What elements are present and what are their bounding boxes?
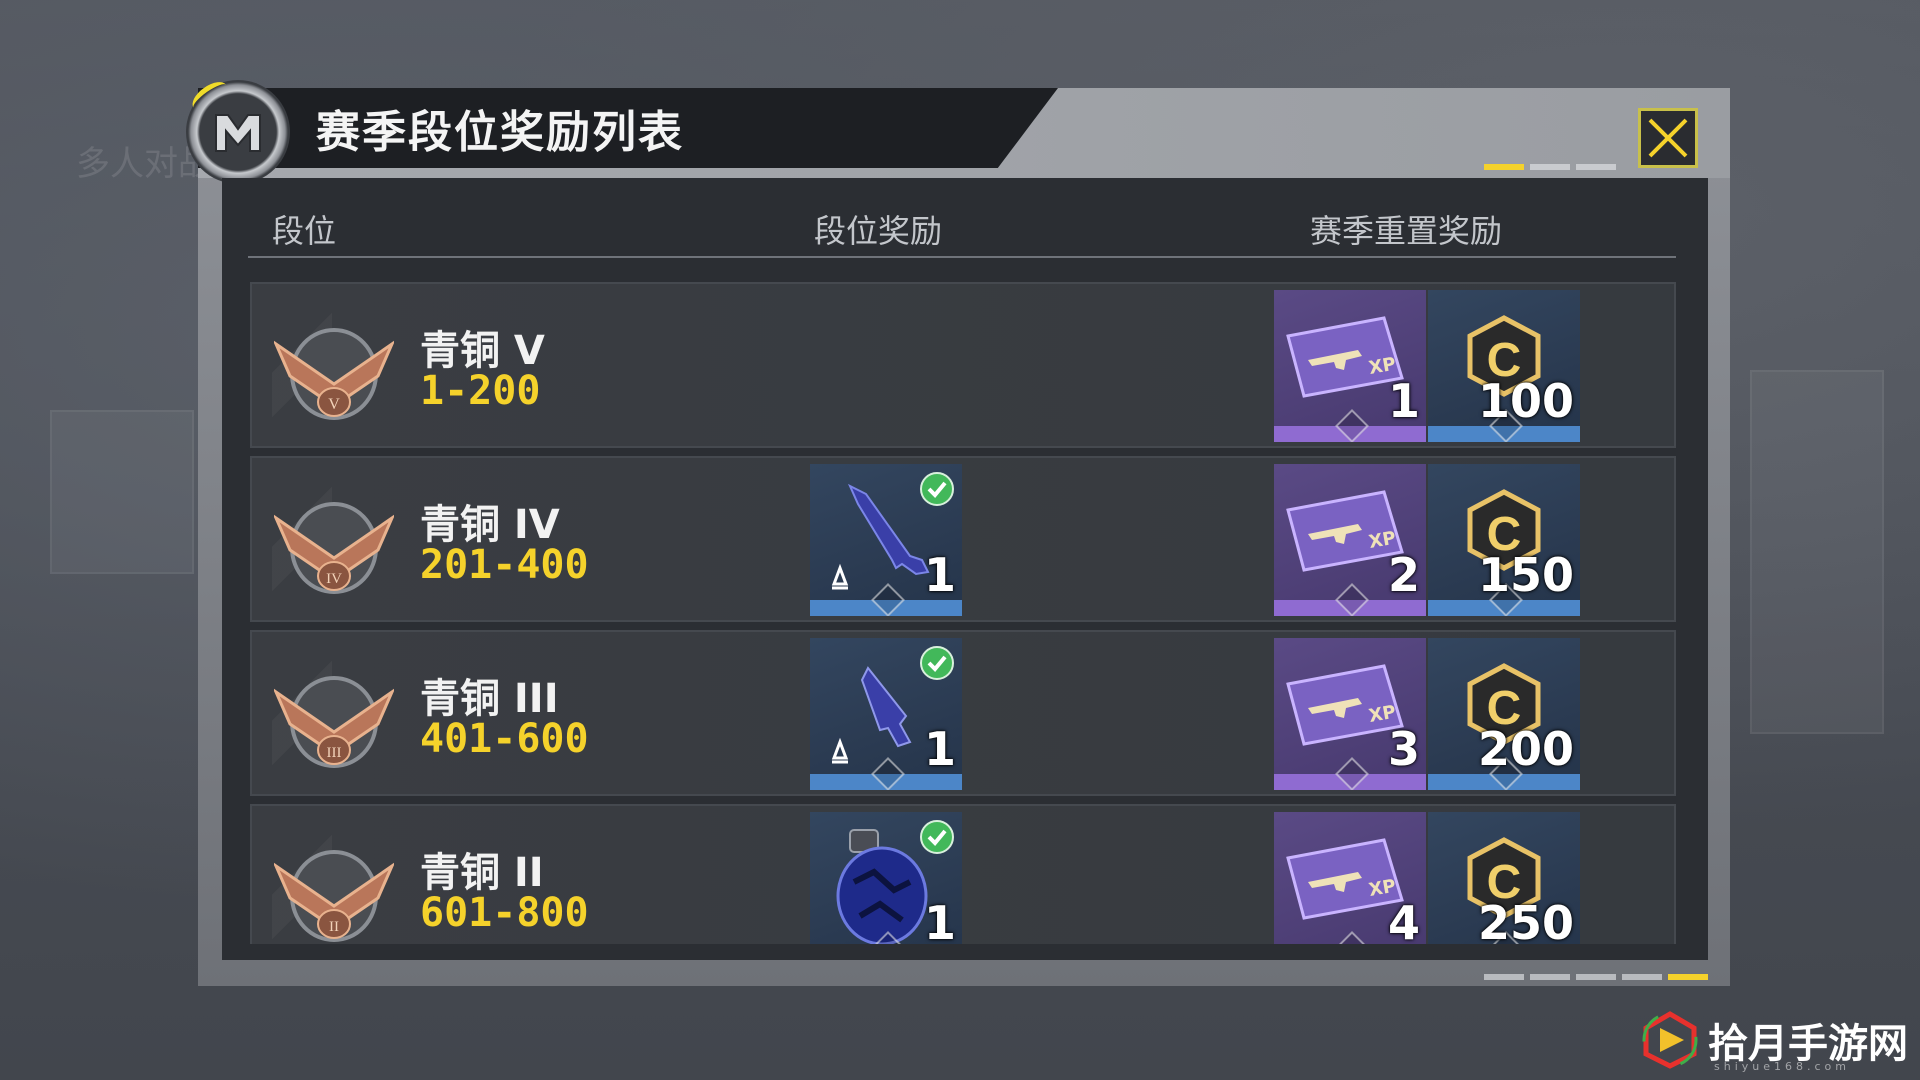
reward-count: 2 (1387, 548, 1420, 602)
rank-points-range: 201-400 (420, 542, 589, 588)
reward-count: 250 (1477, 896, 1574, 944)
site-logo-icon (1642, 1011, 1698, 1069)
xp-card-reward[interactable]: XP 2 (1274, 464, 1426, 616)
table-row-clip: II 青铜 II 601-800 1 XP 4 C 250 (250, 804, 1676, 944)
page-dot (1484, 164, 1524, 170)
bronze-rank-badge-icon: II (274, 850, 394, 942)
page-indicator-top (1484, 164, 1616, 170)
rifle-blueprint-reward[interactable]: 1 (810, 464, 962, 616)
svg-text:III: III (327, 745, 342, 761)
table-row: III 青铜 III 401-600 1 XP 3 C 200 (250, 630, 1676, 796)
page-dot (1668, 974, 1708, 980)
reward-count: 100 (1477, 374, 1574, 428)
cp-coin-reward[interactable]: C 100 (1428, 290, 1580, 442)
grenade-skin-reward[interactable]: 1 (810, 812, 962, 944)
page-indicator-bottom (1484, 974, 1708, 980)
header-divider (248, 256, 1676, 258)
page-dot (1622, 974, 1662, 980)
page-dot (1530, 974, 1570, 980)
column-header-reset-reward: 赛季重置奖励 (1310, 212, 1503, 250)
reward-count: 4 (1387, 896, 1420, 944)
column-header-rank-reward: 段位奖励 (814, 212, 943, 250)
xp-card-reward[interactable]: XP 4 (1274, 812, 1426, 944)
table-row: II 青铜 II 601-800 1 XP 4 C 250 (250, 804, 1676, 944)
reward-count: 200 (1477, 722, 1574, 776)
rank-points-range: 401-600 (420, 716, 589, 762)
rank-points-range: 601-800 (420, 890, 589, 936)
reward-count: 1 (923, 896, 956, 944)
reward-count: 1 (1387, 374, 1420, 428)
table-row: IV 青铜 IV 201-400 1 XP 2 C 150 (250, 456, 1676, 622)
svg-text:IV: IV (326, 571, 342, 587)
page-dot (1576, 164, 1616, 170)
pistol-blueprint-reward[interactable]: 1 (810, 638, 962, 790)
claimed-check-icon (920, 646, 954, 680)
bronze-rank-badge-icon: III (274, 676, 394, 768)
xp-card-reward[interactable]: XP 1 (1274, 290, 1426, 442)
close-icon (1648, 118, 1688, 158)
cp-coin-reward[interactable]: C 250 (1428, 812, 1580, 944)
background-panel (50, 410, 194, 574)
background-panel (1750, 370, 1884, 734)
reward-count: 1 (923, 722, 956, 776)
close-button[interactable] (1638, 108, 1698, 168)
reward-count: 1 (923, 548, 956, 602)
page-dot (1530, 164, 1570, 170)
cp-coin-reward[interactable]: C 200 (1428, 638, 1580, 790)
xp-card-reward[interactable]: XP 3 (1274, 638, 1426, 790)
svg-text:II: II (329, 919, 339, 935)
table-row: V 青铜 V 1-200 XP 1 C 100 (250, 282, 1676, 448)
column-header-rank: 段位 (272, 212, 337, 250)
rank-points-range: 1-200 (420, 368, 541, 414)
bronze-rank-badge-icon: V (274, 328, 394, 420)
reward-count: 150 (1477, 548, 1574, 602)
watermark-url: shiyue168.com (1714, 1060, 1850, 1073)
svg-text:V: V (328, 396, 340, 413)
bronze-rank-badge-icon: IV (274, 502, 394, 594)
cp-coin-reward[interactable]: C 150 (1428, 464, 1580, 616)
reward-count: 3 (1387, 722, 1420, 776)
page-dot (1576, 974, 1616, 980)
page-dot (1484, 974, 1524, 980)
dialog-title: 赛季段位奖励列表 (316, 107, 684, 158)
claimed-check-icon (920, 820, 954, 854)
claimed-check-icon (920, 472, 954, 506)
